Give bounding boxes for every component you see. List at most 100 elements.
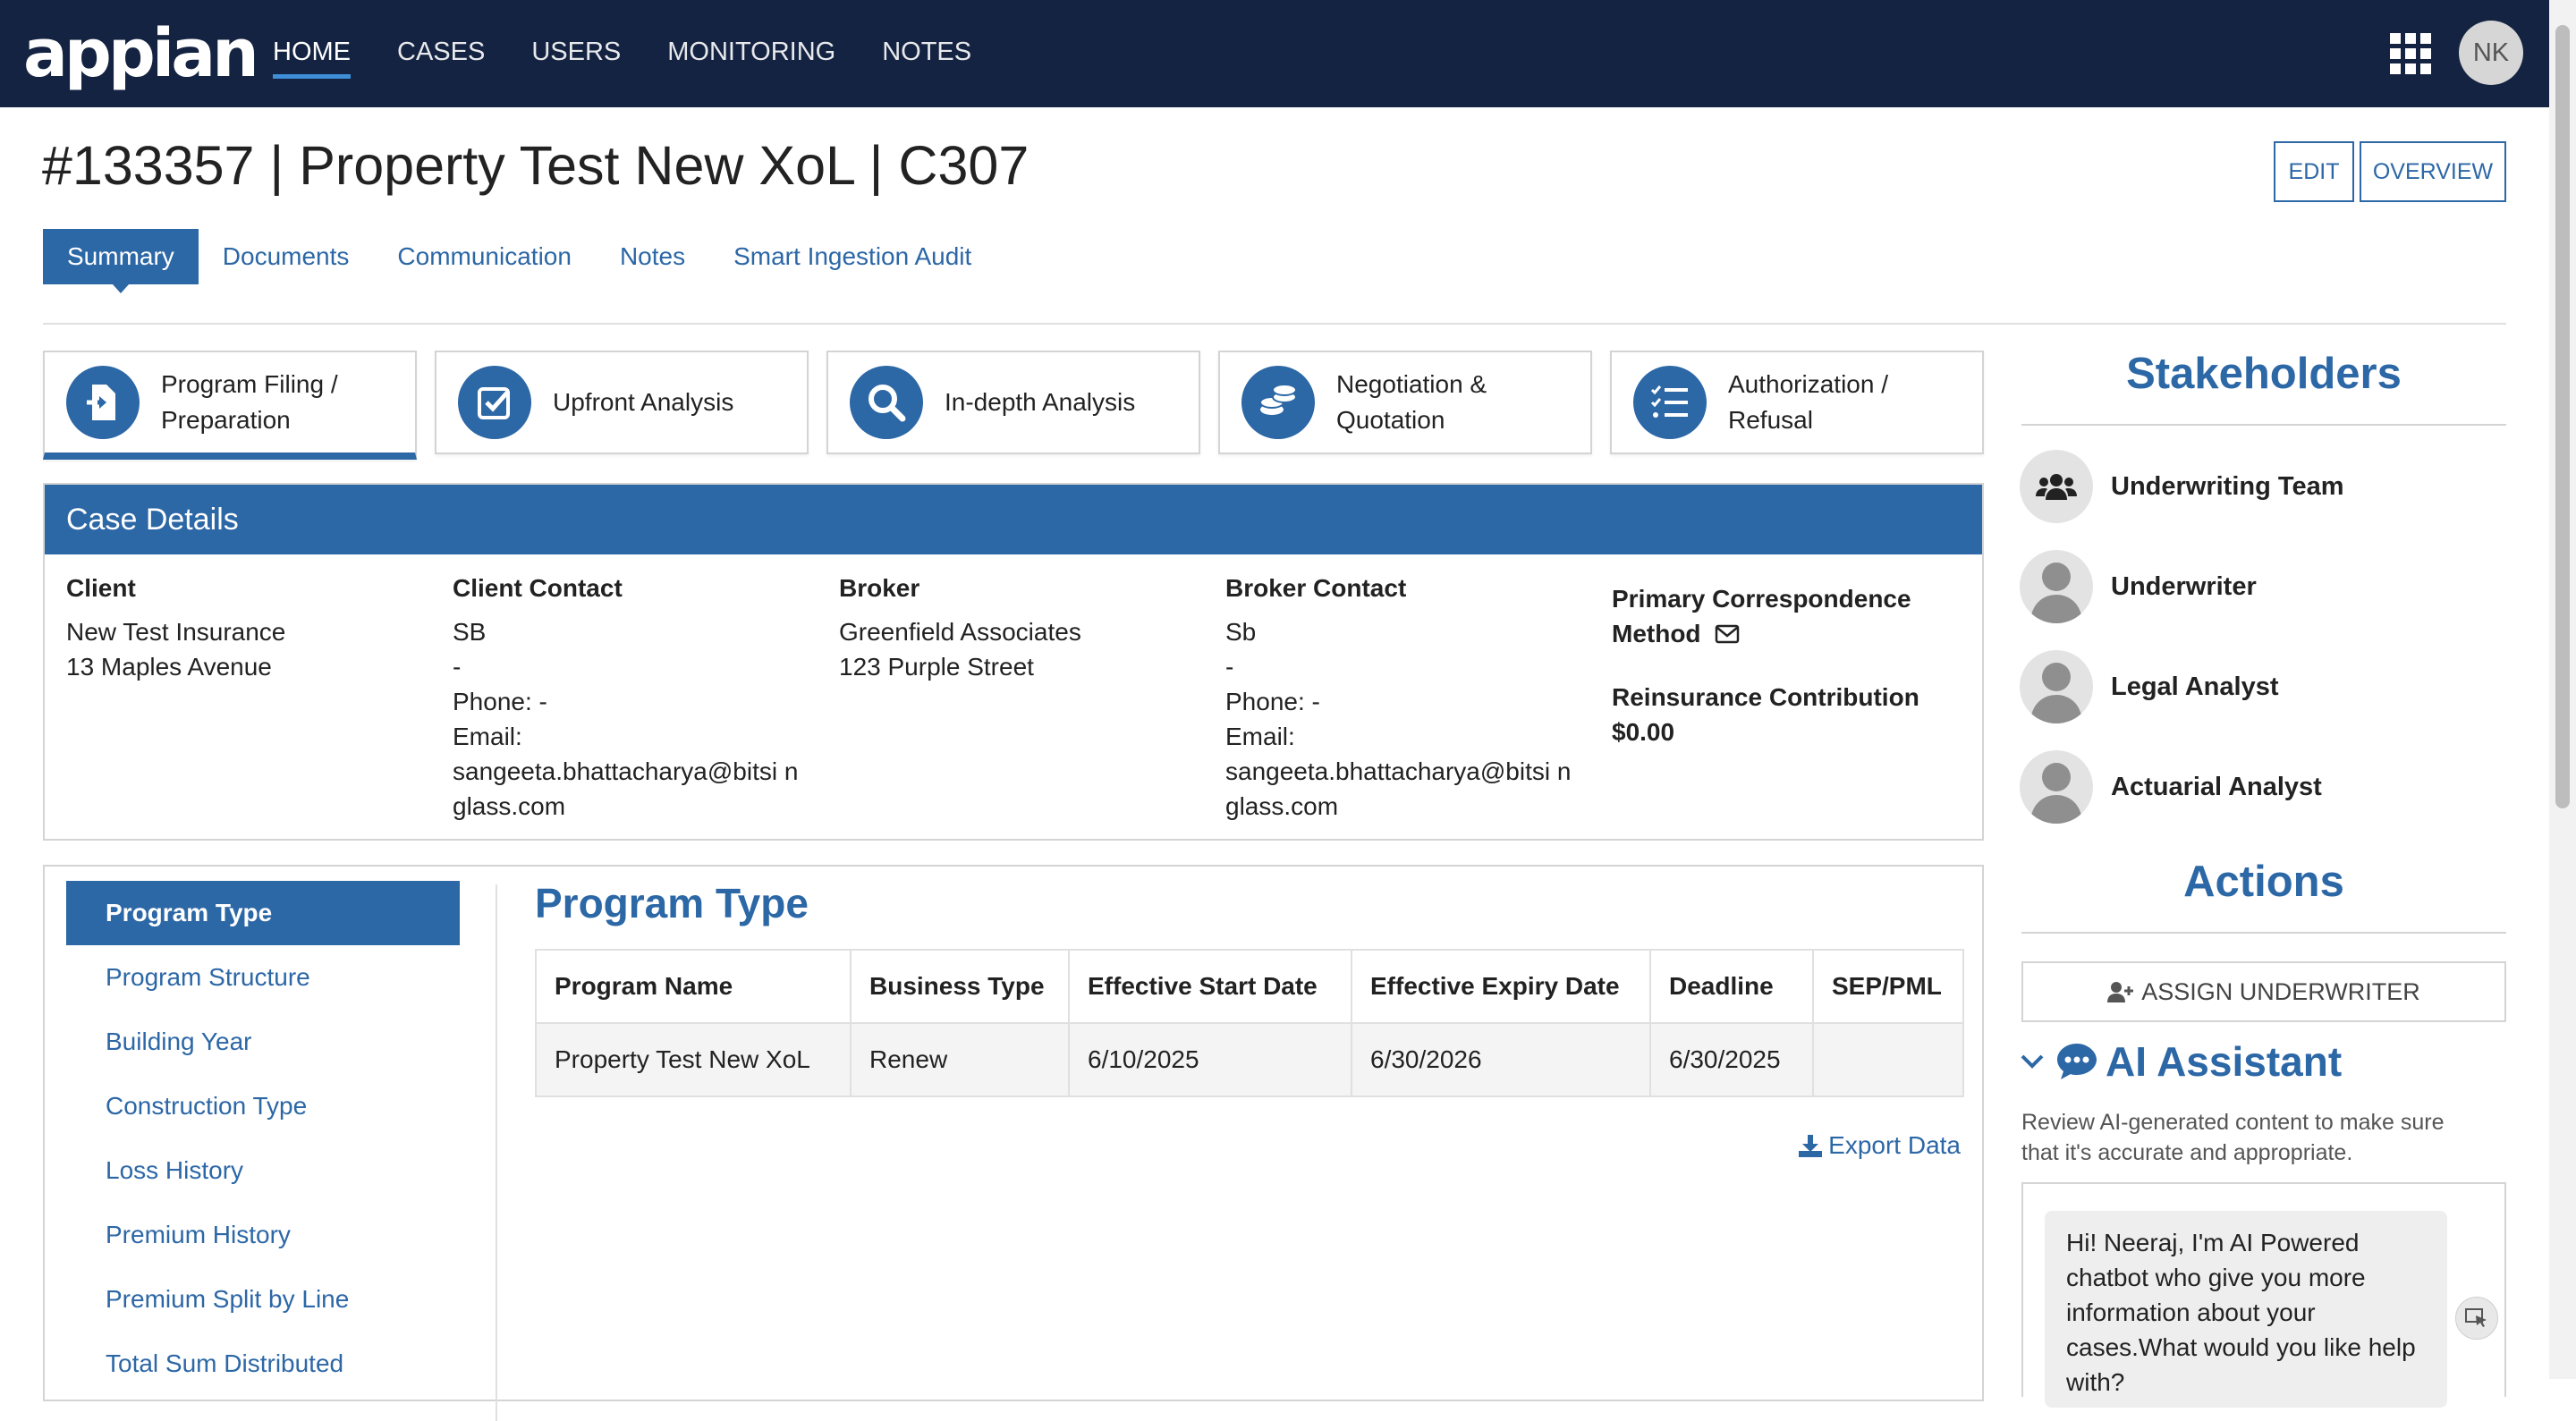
col-start-date: Effective Start Date [1068, 949, 1352, 1024]
col-business-type: Business Type [850, 949, 1070, 1024]
stakeholder-name: Underwriting Team [2111, 471, 2344, 501]
page-scrollbar[interactable] [2549, 0, 2576, 1379]
program-details-panel: Program Type Program Structure Building … [43, 865, 1984, 1421]
user-avatar[interactable]: NK [2459, 21, 2523, 85]
broker-contact-column: Broker Contact Sb - Phone: - Email: sang… [1225, 571, 1583, 824]
stakeholders-title: Stakeholders [2126, 350, 2402, 398]
scrollbar-thumb[interactable] [2555, 25, 2570, 808]
tab-documents[interactable]: Documents [199, 229, 374, 284]
app-grid-icon[interactable] [2390, 33, 2431, 74]
case-details-panel: Case Details Client New Test Insurance 1… [43, 483, 1984, 841]
col-program-name: Program Name [535, 949, 852, 1024]
stage-program-filing[interactable]: Program Filing / Preparation [43, 351, 417, 460]
nav-users[interactable]: USERS [531, 0, 621, 107]
export-data-link[interactable]: Export Data [1798, 1131, 1961, 1160]
nav-notes[interactable]: NOTES [882, 0, 971, 107]
section-total-sum[interactable]: Total Sum Distributed [66, 1332, 460, 1396]
section-program-structure[interactable]: Program Structure [66, 945, 460, 1010]
ai-assistant-title: AI Assistant [2106, 1038, 2343, 1085]
envelope-icon [1716, 624, 1740, 644]
checklist-icon [1633, 366, 1707, 439]
chat-message: Hi! Neeraj, I'm AI Powered chatbot who g… [2045, 1211, 2447, 1408]
download-icon [1799, 1135, 1823, 1157]
client-contact-email: sangeeta.bhattacharya@bitsi nglass.com [453, 757, 799, 820]
section-divider [496, 884, 497, 1421]
section-loss-history[interactable]: Loss History [66, 1138, 460, 1203]
top-navigation-bar: appian HOME CASES USERS MONITORING NOTES… [0, 0, 2549, 107]
section-building-year[interactable]: Building Year [66, 1010, 460, 1074]
nav-monitoring[interactable]: MONITORING [667, 0, 835, 107]
broker-contact-name: Sb [1225, 618, 1257, 646]
col-deadline: Deadline [1649, 949, 1814, 1024]
file-import-icon [66, 366, 140, 439]
section-premium-split[interactable]: Premium Split by Line [66, 1267, 460, 1332]
assign-underwriter-button[interactable]: ASSIGN UNDERWRITER [2021, 961, 2506, 1022]
broker-contact-dash: - [1225, 653, 1234, 681]
cell-deadline: 6/30/2025 [1649, 1022, 1814, 1097]
stakeholder-name: Legal Analyst [2111, 672, 2279, 701]
ai-disclaimer: Review AI-generated content to make sure… [2021, 1110, 2445, 1165]
tab-smart-ingestion-audit[interactable]: Smart Ingestion Audit [709, 229, 996, 284]
page-title: #133357 | Property Test New XoL | C307 [42, 135, 1030, 196]
cell-sep-pml [1812, 1022, 1964, 1097]
client-address: 13 Maples Avenue [66, 653, 272, 681]
ai-assistant-header[interactable]: AI Assistant [2020, 1037, 2342, 1086]
broker-label: Broker [839, 574, 920, 602]
program-section-nav: Program Type Program Structure Building … [66, 881, 460, 1396]
stage-label: Negotiation & Quotation [1336, 370, 1487, 434]
broker-contact-email-label: Email: [1225, 723, 1295, 750]
table-header-row: Program Name Business Type Effective Sta… [535, 949, 1964, 1024]
broker-address: 123 Purple Street [839, 653, 1034, 681]
chat-bubble-icon [2057, 1044, 2097, 1079]
client-contact-column: Client Contact SB - Phone: - Email: sang… [453, 571, 810, 824]
stakeholder-legal-analyst[interactable]: Legal Analyst [2020, 650, 2278, 723]
case-tabs: Summary Documents Communication Notes Sm… [43, 229, 996, 293]
person-avatar-icon [2020, 750, 2093, 824]
case-details-title: Case Details [45, 485, 1982, 554]
person-avatar-icon [2020, 650, 2093, 723]
pointer-tool-icon[interactable] [2455, 1297, 2498, 1340]
primary-method-label: Primary Correspondence Method [1612, 585, 1911, 647]
stage-negotiation[interactable]: Negotiation & Quotation [1218, 351, 1592, 454]
client-contact-name: SB [453, 618, 487, 646]
edit-button[interactable]: EDIT [2274, 141, 2354, 202]
cell-expiry-date: 6/30/2026 [1351, 1022, 1651, 1097]
stakeholder-underwriter[interactable]: Underwriter [2020, 550, 2257, 623]
section-program-type[interactable]: Program Type [66, 881, 460, 945]
client-column: Client New Test Insurance 13 Maples Aven… [66, 571, 285, 684]
nav-home[interactable]: HOME [273, 0, 351, 107]
assign-underwriter-label: ASSIGN UNDERWRITER [2141, 977, 2420, 1005]
stakeholder-name: Underwriter [2111, 571, 2257, 601]
stakeholder-underwriting-team[interactable]: Underwriting Team [2020, 450, 2344, 523]
tab-communication[interactable]: Communication [373, 229, 596, 284]
user-plus-icon [2107, 982, 2134, 1002]
chevron-down-icon [2021, 1054, 2044, 1069]
program-type-table: Program Name Business Type Effective Sta… [535, 949, 1964, 1097]
cell-business-type: Renew [850, 1022, 1070, 1097]
stakeholder-actuarial-analyst[interactable]: Actuarial Analyst [2020, 750, 2322, 824]
tab-notes[interactable]: Notes [596, 229, 709, 284]
coins-icon [1241, 366, 1315, 439]
appian-logo[interactable]: appian [23, 16, 259, 91]
broker-contact-email: sangeeta.bhattacharya@bitsi nglass.com [1225, 757, 1572, 820]
nav-cases[interactable]: CASES [397, 0, 485, 107]
chat-window: Hi! Neeraj, I'm AI Powered chatbot who g… [2021, 1182, 2506, 1408]
client-contact-dash: - [453, 653, 462, 681]
overview-button[interactable]: OVERVIEW [2360, 141, 2506, 202]
client-contact-label: Client Contact [453, 574, 623, 602]
section-construction-type[interactable]: Construction Type [66, 1074, 460, 1138]
tab-summary[interactable]: Summary [43, 229, 199, 293]
stage-label: Upfront Analysis [553, 388, 734, 416]
broker-column: Broker Greenfield Associates 123 Purple … [839, 571, 1081, 684]
actions-title: Actions [2183, 858, 2344, 906]
col-expiry-date: Effective Expiry Date [1351, 949, 1651, 1024]
team-icon [2020, 450, 2093, 523]
stage-in-depth-analysis[interactable]: In-depth Analysis [826, 351, 1200, 454]
stage-authorization[interactable]: Authorization / Refusal [1610, 351, 1984, 454]
section-premium-history[interactable]: Premium History [66, 1203, 460, 1267]
broker-contact-phone: Phone: - [1225, 688, 1320, 715]
table-row: Property Test New XoL Renew 6/10/2025 6/… [535, 1022, 1964, 1097]
stakeholder-name: Actuarial Analyst [2111, 772, 2322, 801]
stage-upfront-analysis[interactable]: Upfront Analysis [435, 351, 809, 454]
correspondence-column: Primary Correspondence Method Reinsuranc… [1612, 581, 1970, 749]
